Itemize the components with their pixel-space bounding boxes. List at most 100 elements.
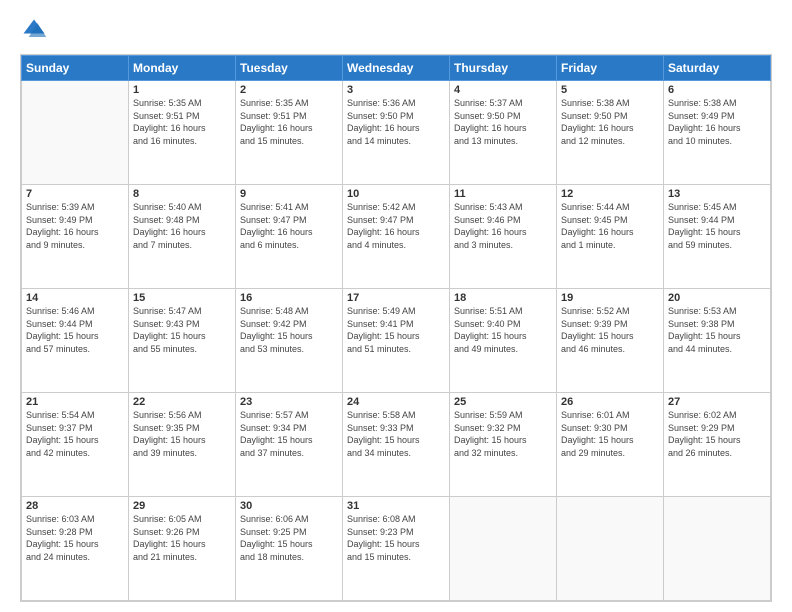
day-cell	[22, 81, 129, 185]
day-number: 2	[240, 84, 338, 96]
day-number: 22	[133, 396, 231, 408]
day-info: Sunrise: 5:54 AM Sunset: 9:37 PM Dayligh…	[26, 409, 124, 459]
day-info: Sunrise: 6:08 AM Sunset: 9:23 PM Dayligh…	[347, 513, 445, 563]
day-number: 8	[133, 188, 231, 200]
day-number: 6	[668, 84, 766, 96]
day-info: Sunrise: 6:03 AM Sunset: 9:28 PM Dayligh…	[26, 513, 124, 563]
day-number: 3	[347, 84, 445, 96]
day-cell: 29Sunrise: 6:05 AM Sunset: 9:26 PM Dayli…	[129, 497, 236, 601]
day-info: Sunrise: 5:42 AM Sunset: 9:47 PM Dayligh…	[347, 201, 445, 251]
day-number: 14	[26, 292, 124, 304]
day-info: Sunrise: 5:47 AM Sunset: 9:43 PM Dayligh…	[133, 305, 231, 355]
day-cell	[557, 497, 664, 601]
day-info: Sunrise: 6:05 AM Sunset: 9:26 PM Dayligh…	[133, 513, 231, 563]
day-number: 21	[26, 396, 124, 408]
col-header-monday: Monday	[129, 56, 236, 81]
day-info: Sunrise: 5:36 AM Sunset: 9:50 PM Dayligh…	[347, 97, 445, 147]
day-cell: 16Sunrise: 5:48 AM Sunset: 9:42 PM Dayli…	[236, 289, 343, 393]
day-info: Sunrise: 5:46 AM Sunset: 9:44 PM Dayligh…	[26, 305, 124, 355]
day-info: Sunrise: 5:38 AM Sunset: 9:50 PM Dayligh…	[561, 97, 659, 147]
day-number: 5	[561, 84, 659, 96]
col-header-saturday: Saturday	[664, 56, 771, 81]
day-cell: 12Sunrise: 5:44 AM Sunset: 9:45 PM Dayli…	[557, 185, 664, 289]
day-info: Sunrise: 5:48 AM Sunset: 9:42 PM Dayligh…	[240, 305, 338, 355]
day-info: Sunrise: 5:35 AM Sunset: 9:51 PM Dayligh…	[240, 97, 338, 147]
day-number: 24	[347, 396, 445, 408]
day-number: 13	[668, 188, 766, 200]
day-info: Sunrise: 5:44 AM Sunset: 9:45 PM Dayligh…	[561, 201, 659, 251]
header	[20, 16, 772, 44]
day-cell: 28Sunrise: 6:03 AM Sunset: 9:28 PM Dayli…	[22, 497, 129, 601]
week-row-5: 28Sunrise: 6:03 AM Sunset: 9:28 PM Dayli…	[22, 497, 771, 601]
day-number: 19	[561, 292, 659, 304]
col-header-tuesday: Tuesday	[236, 56, 343, 81]
day-number: 26	[561, 396, 659, 408]
day-number: 9	[240, 188, 338, 200]
day-cell: 15Sunrise: 5:47 AM Sunset: 9:43 PM Dayli…	[129, 289, 236, 393]
day-cell: 10Sunrise: 5:42 AM Sunset: 9:47 PM Dayli…	[343, 185, 450, 289]
day-info: Sunrise: 5:57 AM Sunset: 9:34 PM Dayligh…	[240, 409, 338, 459]
day-number: 25	[454, 396, 552, 408]
day-number: 31	[347, 500, 445, 512]
col-header-sunday: Sunday	[22, 56, 129, 81]
day-cell: 9Sunrise: 5:41 AM Sunset: 9:47 PM Daylig…	[236, 185, 343, 289]
day-number: 30	[240, 500, 338, 512]
week-row-1: 1Sunrise: 5:35 AM Sunset: 9:51 PM Daylig…	[22, 81, 771, 185]
day-info: Sunrise: 5:41 AM Sunset: 9:47 PM Dayligh…	[240, 201, 338, 251]
day-info: Sunrise: 5:51 AM Sunset: 9:40 PM Dayligh…	[454, 305, 552, 355]
day-cell: 17Sunrise: 5:49 AM Sunset: 9:41 PM Dayli…	[343, 289, 450, 393]
page: SundayMondayTuesdayWednesdayThursdayFrid…	[0, 0, 792, 612]
day-cell: 30Sunrise: 6:06 AM Sunset: 9:25 PM Dayli…	[236, 497, 343, 601]
day-number: 15	[133, 292, 231, 304]
day-cell: 18Sunrise: 5:51 AM Sunset: 9:40 PM Dayli…	[450, 289, 557, 393]
day-number: 10	[347, 188, 445, 200]
day-cell: 31Sunrise: 6:08 AM Sunset: 9:23 PM Dayli…	[343, 497, 450, 601]
day-info: Sunrise: 5:43 AM Sunset: 9:46 PM Dayligh…	[454, 201, 552, 251]
day-number: 16	[240, 292, 338, 304]
day-number: 17	[347, 292, 445, 304]
col-header-friday: Friday	[557, 56, 664, 81]
day-info: Sunrise: 5:58 AM Sunset: 9:33 PM Dayligh…	[347, 409, 445, 459]
col-header-wednesday: Wednesday	[343, 56, 450, 81]
day-number: 23	[240, 396, 338, 408]
day-number: 29	[133, 500, 231, 512]
day-info: Sunrise: 5:59 AM Sunset: 9:32 PM Dayligh…	[454, 409, 552, 459]
day-cell: 7Sunrise: 5:39 AM Sunset: 9:49 PM Daylig…	[22, 185, 129, 289]
day-cell: 8Sunrise: 5:40 AM Sunset: 9:48 PM Daylig…	[129, 185, 236, 289]
day-cell: 1Sunrise: 5:35 AM Sunset: 9:51 PM Daylig…	[129, 81, 236, 185]
day-info: Sunrise: 5:39 AM Sunset: 9:49 PM Dayligh…	[26, 201, 124, 251]
day-cell: 6Sunrise: 5:38 AM Sunset: 9:49 PM Daylig…	[664, 81, 771, 185]
day-info: Sunrise: 5:56 AM Sunset: 9:35 PM Dayligh…	[133, 409, 231, 459]
week-row-3: 14Sunrise: 5:46 AM Sunset: 9:44 PM Dayli…	[22, 289, 771, 393]
day-info: Sunrise: 5:35 AM Sunset: 9:51 PM Dayligh…	[133, 97, 231, 147]
week-row-2: 7Sunrise: 5:39 AM Sunset: 9:49 PM Daylig…	[22, 185, 771, 289]
logo-icon	[20, 16, 48, 44]
day-cell: 23Sunrise: 5:57 AM Sunset: 9:34 PM Dayli…	[236, 393, 343, 497]
day-cell: 11Sunrise: 5:43 AM Sunset: 9:46 PM Dayli…	[450, 185, 557, 289]
day-cell: 26Sunrise: 6:01 AM Sunset: 9:30 PM Dayli…	[557, 393, 664, 497]
day-cell	[664, 497, 771, 601]
day-cell: 24Sunrise: 5:58 AM Sunset: 9:33 PM Dayli…	[343, 393, 450, 497]
day-number: 18	[454, 292, 552, 304]
calendar: SundayMondayTuesdayWednesdayThursdayFrid…	[20, 54, 772, 602]
day-info: Sunrise: 5:52 AM Sunset: 9:39 PM Dayligh…	[561, 305, 659, 355]
day-info: Sunrise: 5:45 AM Sunset: 9:44 PM Dayligh…	[668, 201, 766, 251]
day-number: 20	[668, 292, 766, 304]
day-info: Sunrise: 5:38 AM Sunset: 9:49 PM Dayligh…	[668, 97, 766, 147]
day-number: 7	[26, 188, 124, 200]
day-cell: 21Sunrise: 5:54 AM Sunset: 9:37 PM Dayli…	[22, 393, 129, 497]
day-number: 27	[668, 396, 766, 408]
day-number: 1	[133, 84, 231, 96]
week-row-4: 21Sunrise: 5:54 AM Sunset: 9:37 PM Dayli…	[22, 393, 771, 497]
day-cell	[450, 497, 557, 601]
day-info: Sunrise: 5:40 AM Sunset: 9:48 PM Dayligh…	[133, 201, 231, 251]
day-cell: 13Sunrise: 5:45 AM Sunset: 9:44 PM Dayli…	[664, 185, 771, 289]
day-info: Sunrise: 5:53 AM Sunset: 9:38 PM Dayligh…	[668, 305, 766, 355]
day-cell: 27Sunrise: 6:02 AM Sunset: 9:29 PM Dayli…	[664, 393, 771, 497]
day-number: 4	[454, 84, 552, 96]
day-number: 12	[561, 188, 659, 200]
day-cell: 4Sunrise: 5:37 AM Sunset: 9:50 PM Daylig…	[450, 81, 557, 185]
day-info: Sunrise: 6:06 AM Sunset: 9:25 PM Dayligh…	[240, 513, 338, 563]
day-info: Sunrise: 6:01 AM Sunset: 9:30 PM Dayligh…	[561, 409, 659, 459]
day-cell: 5Sunrise: 5:38 AM Sunset: 9:50 PM Daylig…	[557, 81, 664, 185]
